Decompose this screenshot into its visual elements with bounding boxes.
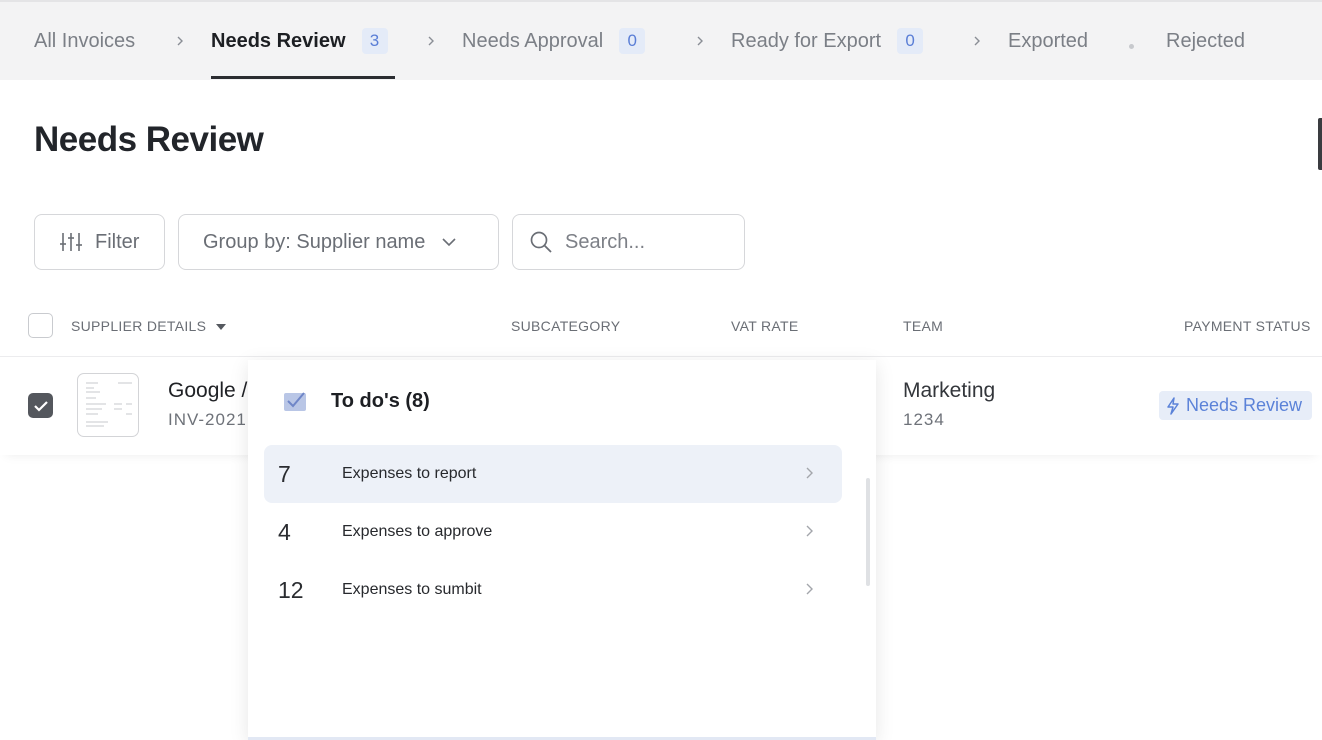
filter-button[interactable]: Filter: [34, 214, 165, 270]
page-edge-marker: [1318, 118, 1322, 170]
todo-count: 4: [278, 518, 291, 545]
select-all-checkbox[interactable]: [28, 313, 53, 338]
todo-item-expenses-to-approve[interactable]: 4 Expenses to approve: [264, 503, 842, 561]
chevron-down-icon: [442, 238, 456, 247]
todo-label: Expenses to report: [342, 465, 477, 482]
tab-exported[interactable]: Exported: [1008, 2, 1088, 80]
checkmark-icon: [33, 400, 48, 412]
dot-separator: [1129, 44, 1134, 49]
search-field[interactable]: [512, 214, 745, 270]
tab-label: Needs Review: [211, 29, 346, 52]
chevron-right-icon: [971, 2, 983, 80]
search-input[interactable]: [565, 230, 735, 254]
tab-label: Rejected: [1166, 29, 1245, 52]
filter-button-label: Filter: [95, 230, 140, 253]
tab-needs-approval[interactable]: Needs Approval 0: [462, 2, 646, 80]
document-thumbnail[interactable]: [77, 373, 139, 437]
team-name: Marketing: [903, 379, 996, 402]
todo-count: 7: [278, 460, 291, 487]
chevron-right-icon: [806, 467, 813, 479]
todo-item-expenses-to-submit[interactable]: 12 Expenses to sumbit: [264, 561, 842, 619]
todo-icon: [284, 392, 306, 411]
tab-all-invoices[interactable]: All Invoices: [34, 2, 135, 80]
column-header-label: SUPPLIER DETAILS: [71, 318, 207, 334]
active-tab-indicator: [211, 76, 395, 79]
payment-status-badge[interactable]: Needs Review: [1159, 391, 1313, 420]
column-header-payment-status[interactable]: PAYMENT STATUS: [1184, 318, 1311, 334]
popup-scrollbar[interactable]: [866, 478, 870, 586]
chevron-right-icon: [806, 525, 813, 537]
column-header-supplier[interactable]: SUPPLIER DETAILS: [71, 318, 227, 334]
tab-count-badge: 3: [361, 28, 388, 54]
column-header-team[interactable]: TEAM: [903, 318, 943, 334]
sort-caret-icon: [216, 324, 227, 331]
chevron-right-icon: [425, 2, 437, 80]
column-header-subcategory[interactable]: SUBCATEGORY: [511, 318, 620, 334]
tab-needs-review[interactable]: Needs Review 3: [211, 2, 388, 80]
tab-rejected[interactable]: Rejected: [1166, 2, 1245, 80]
sliders-icon: [60, 233, 82, 251]
tab-label: Exported: [1008, 29, 1089, 52]
tab-count-badge: 0: [897, 28, 924, 54]
todo-title: To do's (8): [331, 390, 430, 412]
search-icon: [530, 231, 552, 253]
chevron-right-icon: [806, 583, 813, 595]
todo-count: 12: [278, 576, 304, 603]
chevron-right-icon: [174, 2, 186, 80]
tab-label: Needs Approval: [462, 29, 604, 52]
lightning-icon: [1167, 396, 1179, 415]
chevron-right-icon: [694, 2, 706, 80]
tab-label: All Invoices: [34, 29, 136, 52]
column-header-vat-rate[interactable]: VAT RATE: [731, 318, 799, 334]
todo-item-expenses-to-report[interactable]: 7 Expenses to report: [264, 445, 842, 503]
tab-ready-for-export[interactable]: Ready for Export 0: [731, 2, 924, 80]
todo-label: Expenses to approve: [342, 523, 493, 540]
row-checkbox[interactable]: [28, 393, 53, 418]
payment-status-label: Needs Review: [1186, 395, 1303, 415]
page-title: Needs Review: [34, 120, 264, 159]
tab-count-badge: 0: [619, 28, 646, 54]
todo-label: Expenses to sumbit: [342, 581, 482, 598]
group-by-label: Group by: Supplier name: [203, 230, 426, 253]
status-tab-bar: All Invoices Needs Review 3 Needs Approva…: [0, 0, 1322, 80]
tab-label: Ready for Export: [731, 29, 882, 52]
supplier-name: Google /: [168, 379, 248, 402]
invoice-number: INV-2021: [168, 410, 247, 429]
todo-popup: To do's (8) 7 Expenses to report 4 Expen…: [248, 360, 876, 740]
group-by-dropdown[interactable]: Group by: Supplier name: [178, 214, 499, 270]
team-code: 1234: [903, 410, 945, 429]
